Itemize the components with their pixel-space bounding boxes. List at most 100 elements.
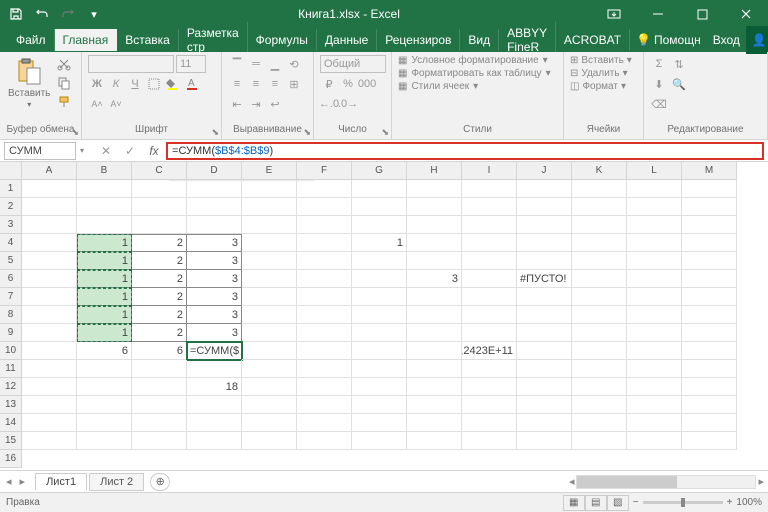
cell-G1[interactable]	[352, 180, 407, 198]
cell-J16[interactable]	[517, 432, 572, 450]
cell-I5[interactable]	[462, 252, 517, 270]
cell-G6[interactable]	[352, 270, 407, 288]
cell-J3[interactable]	[517, 216, 572, 234]
align-middle-icon[interactable]: ═	[247, 55, 265, 73]
increase-decimal-icon[interactable]: ←.0	[320, 95, 338, 113]
cell-K6[interactable]	[572, 270, 627, 288]
cell-A13[interactable]	[22, 378, 77, 396]
cell-D6[interactable]: 3	[187, 270, 242, 288]
cell-G2[interactable]	[352, 198, 407, 216]
cell-M15[interactable]	[682, 414, 737, 432]
clear-icon[interactable]: ⌫	[650, 95, 668, 113]
cell-A4[interactable]	[22, 234, 77, 252]
cell-C9[interactable]: 2	[132, 324, 187, 342]
cell-A1[interactable]	[22, 180, 77, 198]
cell-E16[interactable]	[242, 432, 297, 450]
cell-E13[interactable]	[242, 378, 297, 396]
cell-A5[interactable]	[22, 252, 77, 270]
cell-F13[interactable]	[297, 378, 352, 396]
tab-data[interactable]: Данные	[317, 29, 377, 51]
row-header-15[interactable]: 15	[0, 432, 22, 450]
cell-A15[interactable]	[22, 414, 77, 432]
number-format-dropdown[interactable]: Общий	[320, 55, 386, 73]
cell-M5[interactable]	[682, 252, 737, 270]
page-break-view-icon[interactable]: ▧	[607, 495, 629, 511]
cell-M9[interactable]	[682, 324, 737, 342]
cell-J2[interactable]	[517, 198, 572, 216]
ribbon-options-icon[interactable]	[592, 0, 636, 28]
cell-K9[interactable]	[572, 324, 627, 342]
cell-H3[interactable]	[407, 216, 462, 234]
find-icon[interactable]: 🔍	[670, 75, 688, 93]
col-header-K[interactable]: K	[572, 162, 627, 180]
col-header-F[interactable]: F	[297, 162, 352, 180]
cell-I11[interactable]: 3,2423E+11	[462, 342, 517, 360]
col-header-C[interactable]: C	[132, 162, 187, 180]
grow-font-icon[interactable]: A˄	[88, 95, 106, 113]
cell-C6[interactable]: 2	[132, 270, 187, 288]
align-left-icon[interactable]: ≡	[228, 75, 246, 93]
cell-J8[interactable]	[517, 306, 572, 324]
cell-A3[interactable]	[22, 216, 77, 234]
cell-J14[interactable]	[517, 396, 572, 414]
decrease-decimal-icon[interactable]: .0→	[339, 95, 357, 113]
cell-F2[interactable]	[297, 198, 352, 216]
autosum-icon[interactable]: Σ	[650, 55, 668, 73]
cell-D11[interactable]: =СУММ($	[187, 342, 242, 360]
cell-H1[interactable]	[407, 180, 462, 198]
cell-L1[interactable]	[627, 180, 682, 198]
cell-D5[interactable]: 3	[187, 252, 242, 270]
cell-L3[interactable]	[627, 216, 682, 234]
cell-H15[interactable]	[407, 414, 462, 432]
dialog-launcher-icon[interactable]: ⬊	[303, 127, 311, 138]
cell-E7[interactable]	[242, 288, 297, 306]
cell-J12[interactable]	[517, 360, 572, 378]
cell-D7[interactable]: 3	[187, 288, 242, 306]
dialog-launcher-icon[interactable]: ⬊	[211, 127, 219, 138]
cell-B7[interactable]: 1	[77, 288, 132, 306]
cell-D1[interactable]	[187, 180, 242, 198]
cell-B13[interactable]	[77, 378, 132, 396]
row-header-14[interactable]: 14	[0, 414, 22, 432]
italic-button[interactable]: К	[107, 75, 125, 93]
cell-A16[interactable]	[22, 432, 77, 450]
cell-H8[interactable]	[407, 306, 462, 324]
cell-H14[interactable]	[407, 396, 462, 414]
cell-K11[interactable]	[572, 342, 627, 360]
cell-L4[interactable]	[627, 234, 682, 252]
merge-icon[interactable]: ⊞	[285, 75, 303, 93]
cell-M13[interactable]	[682, 378, 737, 396]
add-sheet-button[interactable]: ⊕	[150, 473, 170, 491]
border-button[interactable]	[145, 75, 163, 93]
orientation-icon[interactable]: ⟲	[285, 55, 303, 73]
tab-acrobat[interactable]: ACROBAT	[556, 29, 630, 51]
row-header-2[interactable]: 2	[0, 198, 22, 216]
cell-I12[interactable]	[462, 360, 517, 378]
cell-E6[interactable]	[242, 270, 297, 288]
zoom-slider[interactable]	[643, 501, 723, 504]
cell-E5[interactable]	[242, 252, 297, 270]
comma-format-icon[interactable]: 000	[358, 75, 376, 93]
format-as-table-button[interactable]: ▦Форматировать как таблицу▾	[398, 68, 551, 79]
cell-A11[interactable]	[22, 342, 77, 360]
tab-view[interactable]: Вид	[460, 29, 499, 51]
font-color-button[interactable]: A	[183, 75, 201, 93]
cell-C1[interactable]	[132, 180, 187, 198]
cell-D14[interactable]	[187, 396, 242, 414]
cell-J13[interactable]	[517, 378, 572, 396]
cell-L15[interactable]	[627, 414, 682, 432]
cell-H4[interactable]	[407, 234, 462, 252]
col-header-M[interactable]: M	[682, 162, 737, 180]
font-size-dropdown[interactable]: 11	[176, 55, 206, 73]
cell-E11[interactable]	[242, 342, 297, 360]
cell-L12[interactable]	[627, 360, 682, 378]
cell-B4[interactable]: 1	[77, 234, 132, 252]
close-icon[interactable]	[724, 0, 768, 28]
col-header-H[interactable]: H	[407, 162, 462, 180]
sheet-nav-next-icon[interactable]: ▸	[20, 475, 26, 488]
cell-D3[interactable]	[187, 216, 242, 234]
row-header-6[interactable]: 6	[0, 270, 22, 288]
cell-E4[interactable]	[242, 234, 297, 252]
cell-C11[interactable]: 6	[132, 342, 187, 360]
cell-E3[interactable]	[242, 216, 297, 234]
